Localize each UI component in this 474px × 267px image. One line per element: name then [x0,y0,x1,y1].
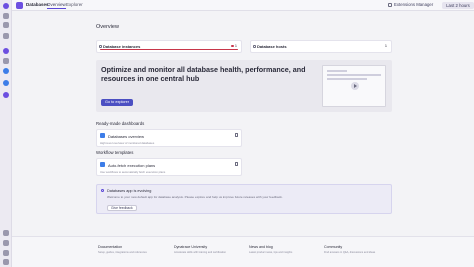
kpi-value: 1 [384,44,387,48]
kpi-value: 1 [231,44,237,48]
ready-made-dashboards-heading: Ready-made dashboards [96,121,145,126]
tile-name: Auto-fetch execution plans [108,162,156,168]
app-icon-3[interactable] [3,68,9,74]
workflow-tile[interactable]: Auto-fetch execution plans Use workflows… [96,158,242,176]
databases-app-icon[interactable] [3,92,9,98]
status-dot [231,44,234,47]
give-feedback-button[interactable]: Give feedback [107,205,137,211]
app-header: Databases Overview Explorer Extensions M… [12,0,474,11]
footer-heading: Community [324,245,343,249]
banner-body: Welcome to your new default app for data… [107,195,283,199]
banner-title: Databases app is evolving [107,188,152,193]
thumbnail-line [327,70,347,72]
footer-heading: Dynatrace University [174,245,208,249]
footer-news[interactable]: News and blog Latest product news, tips … [249,245,319,254]
left-nav-rail [0,0,12,267]
tab-overview[interactable]: Overview [47,2,66,9]
footer-text: Accelerate skills with training and cert… [174,251,227,254]
footer-heading: News and blog [249,245,273,249]
app-icon-4[interactable] [3,80,9,86]
extensions-icon [388,2,392,7]
open-icon[interactable] [234,133,238,137]
go-to-explorer-button[interactable]: Go to explorer [101,99,134,106]
play-icon[interactable] [351,82,359,90]
database-icon [99,45,102,48]
thumbnail-line [327,74,381,76]
resources-footer: Documentation Setup, guides, integration… [12,236,474,267]
dynatrace-logo-icon[interactable] [3,3,9,9]
footer-heading: Documentation [98,245,123,249]
thumbnail-line [327,78,367,80]
workflow-icon [100,162,105,167]
settings-icon[interactable] [3,259,9,265]
extensions-manager-button[interactable]: Extensions Manager [388,2,433,7]
page-title: Overview [96,24,119,30]
status-bar [100,48,238,50]
user-avatar-icon[interactable] [3,250,9,256]
hero-banner: Optimize and monitor all database health… [96,60,392,112]
workflow-templates-heading: Workflow templates [96,150,134,155]
extensions-manager-label: Extensions Manager [394,2,434,7]
footer-text: Find answers in Q&A, discussions and ide… [324,251,376,254]
notifications-icon[interactable] [3,240,9,246]
hero-title: Optimize and monitor all database health… [101,65,306,83]
dashboard-icon [100,133,105,138]
tile-description: Use workflows to automatically fetch exe… [100,170,166,174]
help-icon[interactable] [3,230,9,236]
app-title: Databases [26,2,49,7]
open-icon[interactable] [234,162,238,166]
footer-university[interactable]: Dynatrace University Accelerate skills w… [174,245,244,254]
app-icon-1[interactable] [3,48,9,54]
hero-video-thumbnail[interactable] [322,65,386,107]
tile-description: High-level overview of monitored databas… [100,141,155,145]
tile-name: Databases overview [108,133,145,139]
databases-app-logo-icon [16,2,23,9]
app-icon-2[interactable] [3,58,9,64]
footer-text: Setup, guides, integrations and referenc… [98,251,147,254]
kpi-label: Database hosts [257,44,287,49]
kpi-card-database-hosts[interactable]: Database hosts 1 [250,40,392,53]
host-icon [253,45,256,48]
footer-documentation[interactable]: Documentation Setup, guides, integration… [98,245,168,254]
dashboard-tile[interactable]: Databases overview High-level overview o… [96,129,242,147]
footer-community[interactable]: Community Find answers in Q&A, discussio… [324,245,394,254]
search-icon[interactable] [3,13,9,19]
timeframe-selector[interactable]: Last 2 hours [442,1,474,9]
footer-text: Latest product news, tips and insights [249,251,293,254]
apps-grid-icon[interactable] [3,22,9,28]
info-icon [101,189,104,192]
feedback-banner: Databases app is evolving Welcome to you… [96,184,392,214]
tab-explorer[interactable]: Explorer [66,2,83,7]
home-icon[interactable] [3,33,9,39]
kpi-card-database-instances[interactable]: Database instances 1 [96,40,242,53]
